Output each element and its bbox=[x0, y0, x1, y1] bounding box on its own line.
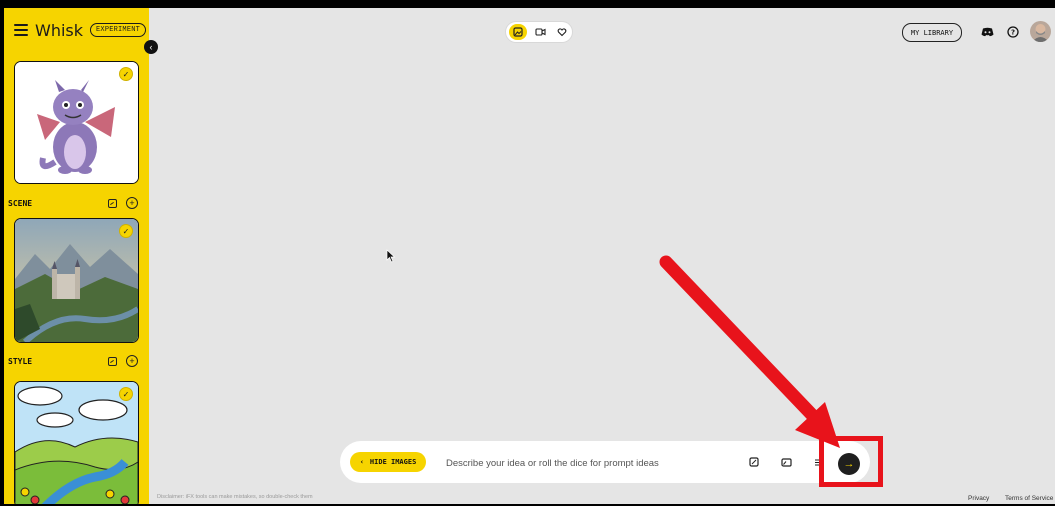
svg-text:?: ? bbox=[1011, 29, 1015, 37]
chevron-left-icon: ‹ bbox=[359, 458, 364, 466]
style-label: STYLE bbox=[8, 356, 33, 366]
castle-landscape-image bbox=[15, 219, 138, 342]
help-icon[interactable]: ? bbox=[1005, 24, 1021, 40]
style-section-header: STYLE + bbox=[8, 355, 138, 367]
video-icon[interactable] bbox=[531, 24, 549, 40]
discord-icon[interactable] bbox=[979, 24, 995, 40]
heart-icon[interactable] bbox=[553, 24, 571, 40]
privacy-link[interactable]: Privacy bbox=[968, 495, 989, 502]
experiment-badge: EXPERIMENT bbox=[90, 23, 147, 37]
upload-image-icon[interactable] bbox=[108, 198, 117, 208]
prompt-bar: ‹ HIDE IMAGES → bbox=[340, 441, 870, 483]
disclaimer-text: Disclaimer: iFX tools can make mistakes,… bbox=[157, 494, 313, 500]
scene-section-header: SCENE + bbox=[8, 197, 138, 209]
upload-image-icon[interactable] bbox=[108, 356, 117, 366]
aspect-ratio-icon[interactable] bbox=[780, 456, 792, 468]
my-library-button[interactable]: MY LIBRARY bbox=[902, 23, 962, 42]
image-add-icon[interactable] bbox=[509, 24, 527, 40]
scene-image-card[interactable]: ✓ bbox=[14, 218, 139, 343]
scene-label: SCENE bbox=[8, 198, 33, 208]
hide-images-label: HIDE IMAGES bbox=[369, 458, 417, 466]
add-icon[interactable]: + bbox=[126, 197, 138, 209]
submit-arrow-button[interactable]: → bbox=[838, 453, 860, 475]
add-icon[interactable]: + bbox=[126, 355, 138, 367]
terms-link[interactable]: Terms of Service bbox=[1005, 495, 1053, 502]
prompt-input[interactable] bbox=[444, 453, 728, 473]
subject-image-card[interactable]: ✓ bbox=[14, 61, 139, 184]
mouse-cursor-icon bbox=[386, 249, 396, 263]
upload-image-icon[interactable] bbox=[748, 456, 760, 468]
app-title: Whisk bbox=[35, 20, 84, 40]
check-icon[interactable]: ✓ bbox=[119, 387, 133, 401]
arrow-right-icon: → bbox=[843, 458, 855, 470]
collapse-sidebar-button[interactable]: ‹ bbox=[144, 40, 158, 54]
style-image-card[interactable]: ✓ bbox=[14, 381, 139, 504]
sidebar-header: Whisk EXPERIMENT bbox=[14, 18, 147, 42]
menu-icon[interactable] bbox=[14, 24, 28, 36]
mode-toggle bbox=[506, 22, 572, 42]
whisk-app: Whisk EXPERIMENT ✓ SCENE + ✓ STYLE + ✓ ‹… bbox=[4, 8, 1055, 504]
check-icon[interactable]: ✓ bbox=[119, 67, 133, 81]
cartoon-landscape-image bbox=[15, 382, 138, 504]
dragon-image bbox=[15, 62, 138, 183]
sidebar: Whisk EXPERIMENT ✓ SCENE + ✓ STYLE + ✓ bbox=[4, 8, 149, 504]
user-avatar[interactable] bbox=[1030, 21, 1051, 42]
settings-icon[interactable] bbox=[812, 456, 824, 468]
hide-images-button[interactable]: ‹ HIDE IMAGES bbox=[350, 452, 426, 472]
check-icon[interactable]: ✓ bbox=[119, 224, 133, 238]
